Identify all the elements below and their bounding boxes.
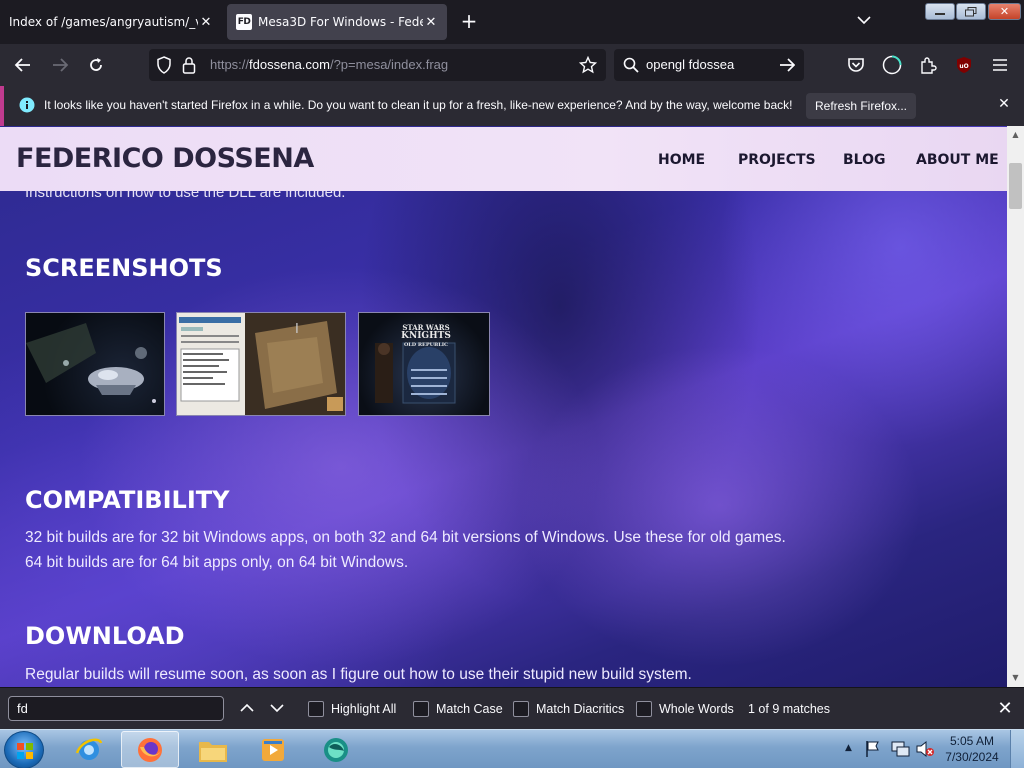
match-diacritics-checkbox[interactable]: Match Diacritics — [513, 701, 624, 717]
option-label: Match Diacritics — [536, 702, 625, 716]
close-tab-icon[interactable]: ✕ — [423, 14, 439, 30]
download-text: Regular builds will resume soon, as soon… — [25, 666, 692, 683]
screenshot-space-ship[interactable] — [25, 312, 165, 416]
system-clock[interactable]: 5:05 AM 7/30/2024 — [940, 733, 1004, 765]
url-host: fdossena.com — [249, 57, 330, 72]
start-button[interactable] — [4, 731, 44, 768]
screenshot-texture-demo[interactable] — [176, 312, 346, 416]
volume-muted-icon[interactable] — [915, 740, 935, 761]
find-next-chevron-down-icon[interactable] — [266, 698, 288, 720]
firefox-taskbar-icon[interactable] — [121, 731, 179, 768]
new-tab-plus-icon[interactable]: + — [459, 11, 479, 32]
internet-explorer-icon[interactable] — [60, 731, 118, 768]
option-label: Match Case — [436, 702, 503, 716]
checkbox-box[interactable] — [636, 701, 652, 717]
close-find-bar-icon[interactable]: ✕ — [994, 698, 1016, 720]
option-label: Highlight All — [331, 702, 397, 716]
tab-mesa3d[interactable]: FD Mesa3D For Windows - Federico ✕ — [227, 4, 447, 40]
nav-link-projects[interactable]: PROJECTS — [738, 152, 816, 168]
refresh-firefox-button[interactable]: Refresh Firefox... — [806, 93, 916, 119]
app-globe-icon[interactable] — [307, 731, 365, 768]
whole-words-checkbox[interactable]: Whole Words — [636, 701, 734, 717]
download-heading: DOWNLOAD — [25, 622, 185, 650]
close-tab-icon[interactable]: ✕ — [198, 14, 214, 30]
text-cursor-icon: I — [295, 322, 299, 337]
search-bar[interactable]: opengl fdossea — [614, 49, 804, 81]
kotor-logo-line: KNIGHTS — [401, 331, 451, 341]
show-hidden-icons-icon[interactable]: ▲ — [845, 743, 852, 753]
checkbox-box[interactable] — [513, 701, 529, 717]
shield-icon[interactable] — [156, 56, 172, 77]
back-arrow-icon[interactable] — [10, 52, 36, 78]
search-icon — [623, 57, 639, 76]
option-label: Whole Words — [659, 702, 734, 716]
tab-title: Mesa3D For Windows - Federico — [258, 15, 423, 29]
action-center-flag-icon[interactable] — [865, 740, 881, 761]
compatibility-line-2: 64 bit builds are for 64 bit apps only, … — [25, 554, 409, 571]
clock-time: 5:05 AM — [949, 734, 995, 748]
nav-link-blog[interactable]: BLOG — [843, 152, 886, 168]
compatibility-heading: COMPATIBILITY — [25, 486, 230, 514]
compatibility-line-1: 32 bit builds are for 32 bit Windows app… — [25, 529, 786, 546]
highlight-all-checkbox[interactable]: Highlight All — [308, 701, 396, 717]
ublock-origin-icon[interactable]: uO — [951, 52, 977, 78]
extensions-puzzle-icon[interactable] — [915, 52, 941, 78]
hamburger-menu-icon[interactable] — [987, 52, 1013, 78]
screenshots-heading: SCREENSHOTS — [25, 254, 223, 282]
search-go-arrow-icon[interactable] — [779, 57, 796, 76]
find-previous-chevron-up-icon[interactable] — [236, 698, 258, 720]
kotor-logo: STAR WARS KNIGHTS OLD REPUBLIC — [401, 323, 451, 350]
scroll-up-arrow-icon[interactable]: ▲ — [1007, 128, 1024, 142]
find-input[interactable]: fd — [8, 696, 224, 721]
file-explorer-icon[interactable] — [184, 731, 242, 768]
tab-index-games[interactable]: Index of /games/angryautism/_vani ✕ — [0, 4, 222, 40]
url-prefix: https:// — [210, 57, 250, 72]
close-window-button[interactable]: ✕ — [988, 3, 1021, 20]
restore-button[interactable] — [956, 3, 986, 20]
fd-favicon-icon: FD — [236, 14, 252, 30]
minimize-button[interactable] — [925, 3, 955, 20]
chevron-down-icon[interactable] — [854, 12, 874, 32]
nav-link-home[interactable]: HOME — [658, 152, 705, 168]
media-player-icon[interactable] — [244, 731, 302, 768]
notification-text: It looks like you haven't started Firefo… — [44, 98, 793, 112]
tab-title: Index of /games/angryautism/_vani — [9, 15, 198, 29]
page-scrollbar[interactable]: ▲ ▼ — [1007, 126, 1024, 687]
url-text: https://fdossena.com/?p=mesa/index.frag — [210, 57, 448, 72]
network-icon[interactable] — [890, 740, 910, 761]
navigation-toolbar: https://fdossena.com/?p=mesa/index.frag … — [0, 44, 1024, 86]
checkbox-box[interactable] — [413, 701, 429, 717]
scrollbar-thumb[interactable] — [1009, 163, 1022, 209]
account-circle-icon[interactable] — [879, 52, 905, 78]
url-path: /?p=mesa/index.frag — [329, 57, 449, 72]
scroll-down-arrow-icon[interactable]: ▼ — [1007, 671, 1024, 685]
site-header: FEDERICO DOSSENA HOME PROJECTS BLOG ABOU… — [0, 127, 1007, 191]
site-logo[interactable]: FEDERICO DOSSENA — [16, 143, 314, 174]
pocket-icon[interactable] — [843, 52, 869, 78]
match-case-checkbox[interactable]: Match Case — [413, 701, 503, 717]
show-desktop-button[interactable] — [1010, 730, 1024, 768]
refresh-firefox-notification: It looks like you haven't started Firefo… — [0, 86, 1024, 126]
bookmark-star-icon[interactable] — [578, 55, 598, 77]
reload-icon[interactable] — [83, 52, 109, 78]
clock-date: 7/30/2024 — [945, 750, 999, 764]
close-icon[interactable]: ✕ — [994, 96, 1014, 112]
svg-text:uO: uO — [959, 63, 968, 70]
lock-icon[interactable] — [182, 56, 196, 77]
kotor-logo-line: OLD REPUBLIC — [403, 342, 449, 348]
screenshot-kotor-menu[interactable]: STAR WARS KNIGHTS OLD REPUBLIC — [358, 312, 490, 416]
find-bar: fd Highlight All Match Case Match Diacri… — [0, 687, 1024, 729]
page-content: FEDERICO DOSSENA HOME PROJECTS BLOG ABOU… — [0, 126, 1024, 687]
info-icon — [19, 97, 35, 116]
search-input[interactable]: opengl fdossea — [646, 57, 734, 72]
windows-taskbar: ▲ 5:05 AM 7/30/2024 — [0, 729, 1024, 768]
nav-link-about-me[interactable]: ABOUT ME — [916, 152, 999, 168]
address-bar[interactable]: https://fdossena.com/?p=mesa/index.frag — [149, 49, 606, 81]
checkbox-box[interactable] — [308, 701, 324, 717]
find-match-count: 1 of 9 matches — [748, 702, 830, 716]
forward-arrow-icon[interactable] — [47, 52, 73, 78]
tab-bar: Index of /games/angryautism/_vani ✕ FD M… — [0, 0, 1024, 44]
